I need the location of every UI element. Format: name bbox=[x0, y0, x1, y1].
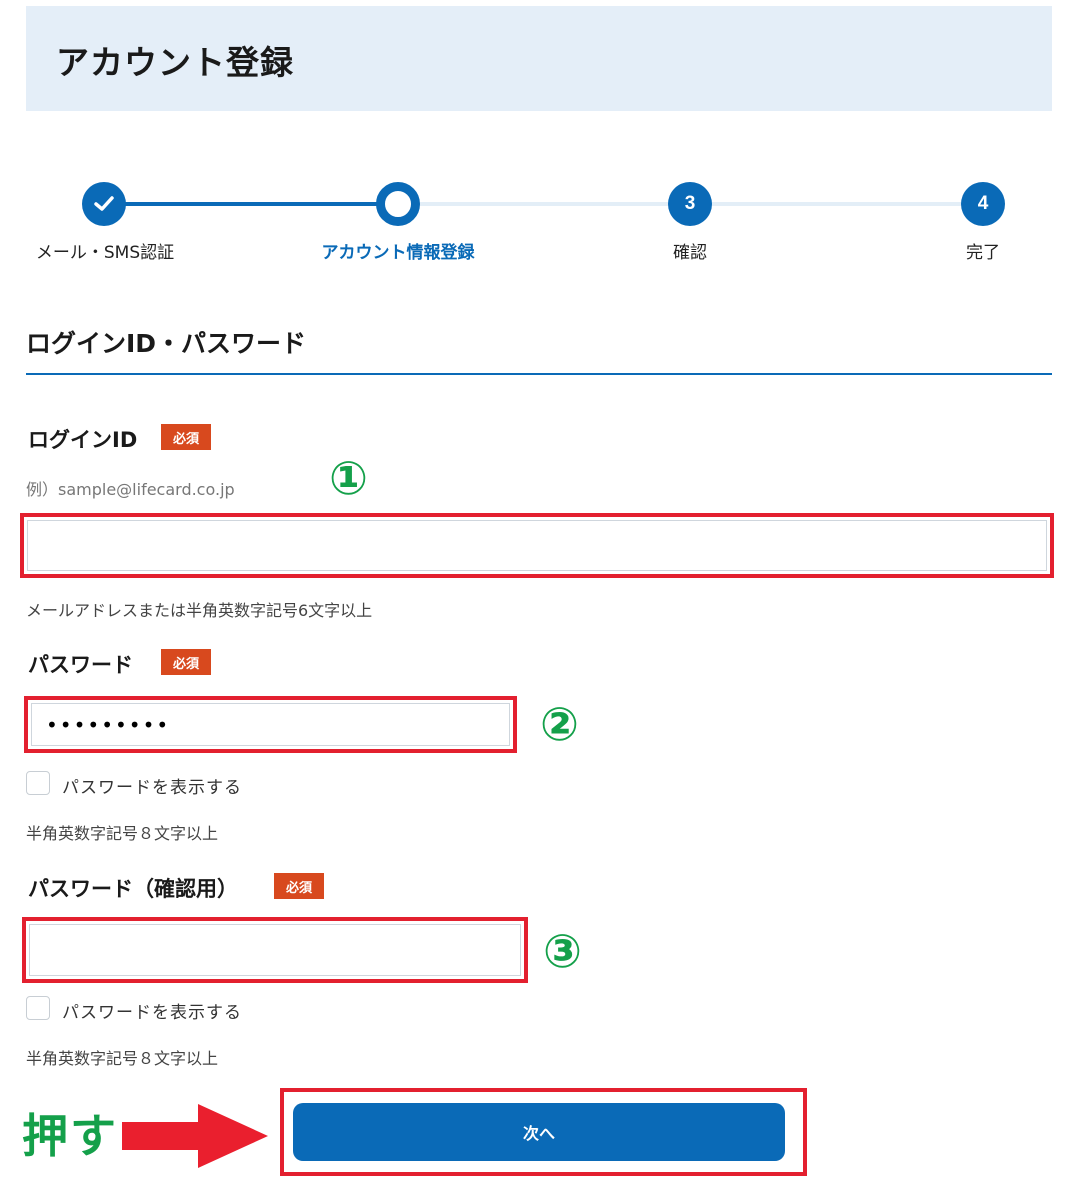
login-id-highlight bbox=[20, 513, 1054, 578]
step-3-circle: 3 bbox=[668, 182, 712, 226]
password-label: パスワード bbox=[28, 653, 133, 677]
annotation-marker-3: ③ bbox=[543, 924, 582, 978]
required-badge: 必須 bbox=[161, 424, 211, 450]
required-badge: 必須 bbox=[161, 649, 211, 675]
required-badge: 必須 bbox=[274, 873, 324, 899]
password-confirm-hint: 半角英数字記号８文字以上 bbox=[26, 1049, 219, 1068]
step-1-label: メール・SMS認証 bbox=[35, 243, 175, 263]
annotation-marker-2: ② bbox=[540, 697, 579, 751]
step-1-circle bbox=[82, 182, 126, 226]
step-2-label: アカウント情報登録 bbox=[321, 243, 475, 263]
login-id-hint: メールアドレスまたは半角英数字記号6文字以上 bbox=[26, 601, 373, 620]
login-id-label: ログインID bbox=[28, 428, 138, 452]
show-password-confirm-checkbox[interactable] bbox=[26, 996, 50, 1020]
password-confirm-label: パスワード（確認用） bbox=[28, 877, 238, 901]
step-3-label: 確認 bbox=[673, 243, 707, 263]
show-password-label[interactable]: パスワードを表示する bbox=[62, 773, 242, 798]
next-button[interactable]: 次へ bbox=[293, 1103, 785, 1161]
checkmark-icon bbox=[94, 196, 114, 211]
password-confirm-input[interactable] bbox=[29, 924, 521, 976]
stepper-line-completed bbox=[104, 202, 398, 206]
login-id-input[interactable] bbox=[27, 520, 1047, 571]
page-header: アカウント登録 bbox=[26, 6, 1052, 111]
section-divider bbox=[26, 373, 1052, 375]
page-title: アカウント登録 bbox=[56, 43, 294, 82]
step-4-label: 完了 bbox=[966, 243, 1000, 263]
step-4-circle: 4 bbox=[961, 182, 1005, 226]
section-title: ログインID・パスワード bbox=[26, 329, 307, 358]
red-arrow-icon bbox=[122, 1104, 268, 1168]
step-2-circle bbox=[376, 182, 420, 226]
password-confirm-highlight bbox=[22, 917, 528, 983]
login-id-example: 例）sample@lifecard.co.jp bbox=[26, 480, 235, 499]
password-hint: 半角英数字記号８文字以上 bbox=[26, 824, 219, 843]
password-input[interactable] bbox=[31, 703, 510, 746]
show-password-checkbox[interactable] bbox=[26, 771, 50, 795]
show-password-confirm-label[interactable]: パスワードを表示する bbox=[62, 998, 242, 1023]
annotation-marker-1: ① bbox=[329, 451, 368, 505]
push-annotation-label: 押す bbox=[22, 1109, 118, 1163]
password-highlight bbox=[24, 696, 517, 753]
